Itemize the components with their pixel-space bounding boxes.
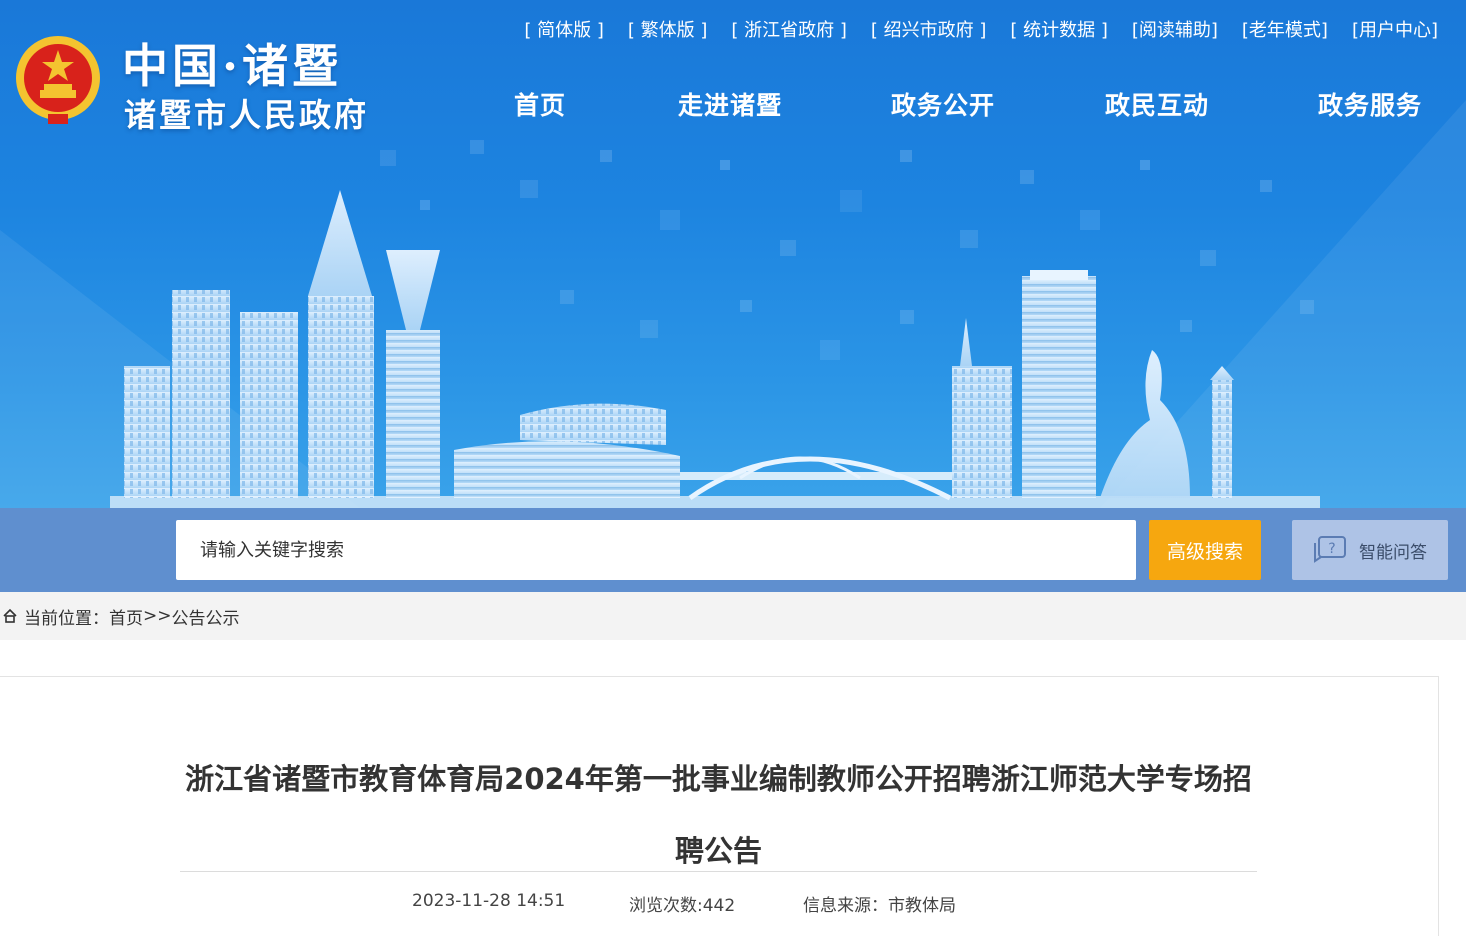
svg-text:?: ? <box>1328 541 1335 557</box>
search-bar: 高级搜索 ? 智能问答 <box>0 508 1466 592</box>
link-elderly-mode[interactable]: [老年模式] <box>1242 16 1328 42</box>
nav-home[interactable]: 首页 <box>514 86 566 122</box>
search-input[interactable] <box>176 520 1136 580</box>
info-source: 信息来源：市教体局 <box>803 891 956 916</box>
breadcrumb: 当前位置： 首页 >> 公告公示 <box>0 592 1466 640</box>
link-reading-aid[interactable]: [阅读辅助] <box>1132 16 1218 42</box>
nav-gov-services[interactable]: 政务服务 <box>1318 86 1422 122</box>
breadcrumb-prefix: 当前位置： <box>24 608 109 629</box>
info-source-value: 市教体局 <box>888 896 956 916</box>
pixel-pattern <box>380 140 1314 360</box>
nav-about-zhuji[interactable]: 走进诸暨 <box>678 86 782 122</box>
info-source-label: 信息来源： <box>803 896 888 916</box>
link-zhejiang-gov[interactable]: [ 浙江省政府 ] <box>731 16 847 42</box>
view-count: 浏览次数:442 <box>629 896 736 916</box>
ai-qa-button[interactable]: ? 智能问答 <box>1292 520 1448 580</box>
link-statistics[interactable]: [ 统计数据 ] <box>1010 16 1108 42</box>
home-icon <box>3 608 17 623</box>
chat-question-icon: ? <box>1314 536 1346 563</box>
breadcrumb-separator: >> <box>143 606 172 626</box>
article-title: 浙江省诸暨市教育体育局2024年第一批事业编制教师公开招聘浙江师范大学专场招聘公… <box>185 762 1252 868</box>
main-nav: 首页 走进诸暨 政务公开 政民互动 政务服务 <box>0 86 1466 122</box>
publish-date: 2023-11-28 14:51 <box>412 891 566 911</box>
link-simplified[interactable]: [ 简体版 ] <box>524 16 604 42</box>
link-shaoxing-gov[interactable]: [ 绍兴市政府 ] <box>871 16 987 42</box>
nav-gov-affairs-open[interactable]: 政务公开 <box>891 86 995 122</box>
link-user-center[interactable]: [用户中心] <box>1352 16 1438 42</box>
breadcrumb-home[interactable]: 首页 <box>109 604 143 629</box>
link-traditional[interactable]: [ 繁体版 ] <box>628 16 708 42</box>
breadcrumb-current[interactable]: 公告公示 <box>172 604 240 629</box>
advanced-search-button[interactable]: 高级搜索 <box>1149 520 1261 580</box>
top-links: [ 简体版 ] [ 繁体版 ] [ 浙江省政府 ] [ 绍兴市政府 ] [ 统计… <box>500 16 1438 42</box>
header-banner: 中国·诸暨 诸暨市人民政府 [ 简体版 ] [ 繁体版 ] [ 浙江省政府 ] … <box>0 0 1466 508</box>
article-container: 浙江省诸暨市教育体育局2024年第一批事业编制教师公开招聘浙江师范大学专场招聘公… <box>0 676 1439 936</box>
ai-qa-label: 智能问答 <box>1359 542 1427 563</box>
nav-interaction[interactable]: 政民互动 <box>1105 86 1209 122</box>
title-divider <box>180 871 1257 872</box>
